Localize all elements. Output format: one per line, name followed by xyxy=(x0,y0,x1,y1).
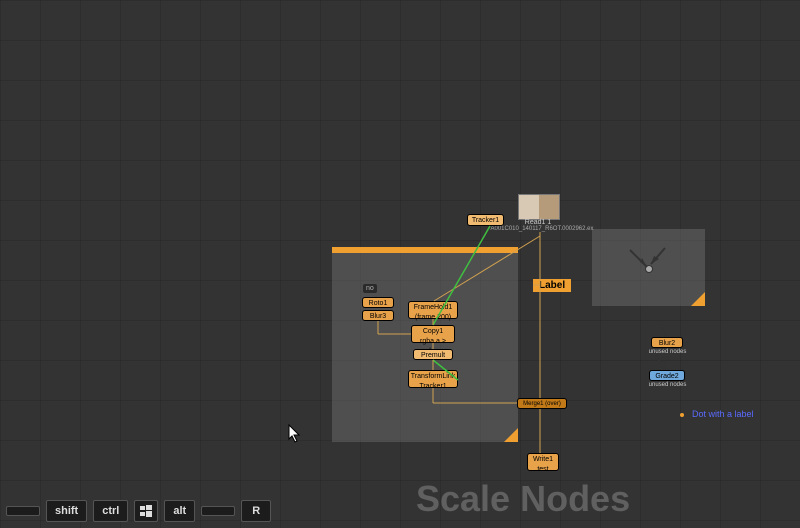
watermark-text: Scale Nodes xyxy=(416,478,630,520)
key-shift: shift xyxy=(46,500,87,522)
unused-label-2: unused nodes xyxy=(640,382,695,388)
node-write1[interactable]: Write1 test xyxy=(527,453,559,471)
dot-node[interactable] xyxy=(645,265,653,273)
read-node-label: Read1 1 xyxy=(518,219,558,226)
key-blank xyxy=(6,506,40,516)
dot-node-labeled[interactable] xyxy=(680,413,684,417)
node-graph-viewport[interactable]: Label Read1 1 A001C010_140117_R6OT.00029… xyxy=(0,0,800,528)
read-node-thumbnail[interactable] xyxy=(518,194,560,220)
dot-label-text: Dot with a label xyxy=(692,409,754,419)
node-merge1[interactable]: Merge1 (over) xyxy=(517,398,567,409)
key-blank xyxy=(201,506,235,516)
key-status-bar: shift ctrl alt R xyxy=(6,500,271,522)
key-windows-icon xyxy=(134,500,158,522)
key-R: R xyxy=(241,500,271,522)
node-copy1[interactable]: Copy1 rgba.a > rgba.a xyxy=(411,325,455,343)
node-roto1[interactable]: Roto1 xyxy=(362,297,394,308)
node-tracker1[interactable]: Tracker1 xyxy=(467,214,504,226)
backdrop-resize-icon[interactable] xyxy=(691,292,705,306)
node-transformlink[interactable]: TransformLink Tracker1 xyxy=(408,370,458,388)
node-blur2[interactable]: Blur2 xyxy=(651,337,683,348)
key-alt: alt xyxy=(164,500,195,522)
node-framehold1[interactable]: FrameHold1 (frame 200) xyxy=(408,301,458,319)
sticky-note-no[interactable]: no xyxy=(363,284,377,293)
backdrop-resize-icon[interactable] xyxy=(504,428,518,442)
node-grade2[interactable]: Grade2 xyxy=(649,370,685,381)
key-ctrl: ctrl xyxy=(93,500,128,522)
node-premult[interactable]: Premult xyxy=(413,349,453,360)
read-node-filename: A001C010_140117_R6OT.0002962.ex xyxy=(487,226,597,232)
cursor-icon xyxy=(288,424,302,444)
backdrop-bar xyxy=(332,247,518,253)
backdrop-label[interactable]: Label xyxy=(533,279,571,292)
node-blur3[interactable]: Blur3 xyxy=(362,310,394,321)
unused-label-1: unused nodes xyxy=(640,349,695,355)
